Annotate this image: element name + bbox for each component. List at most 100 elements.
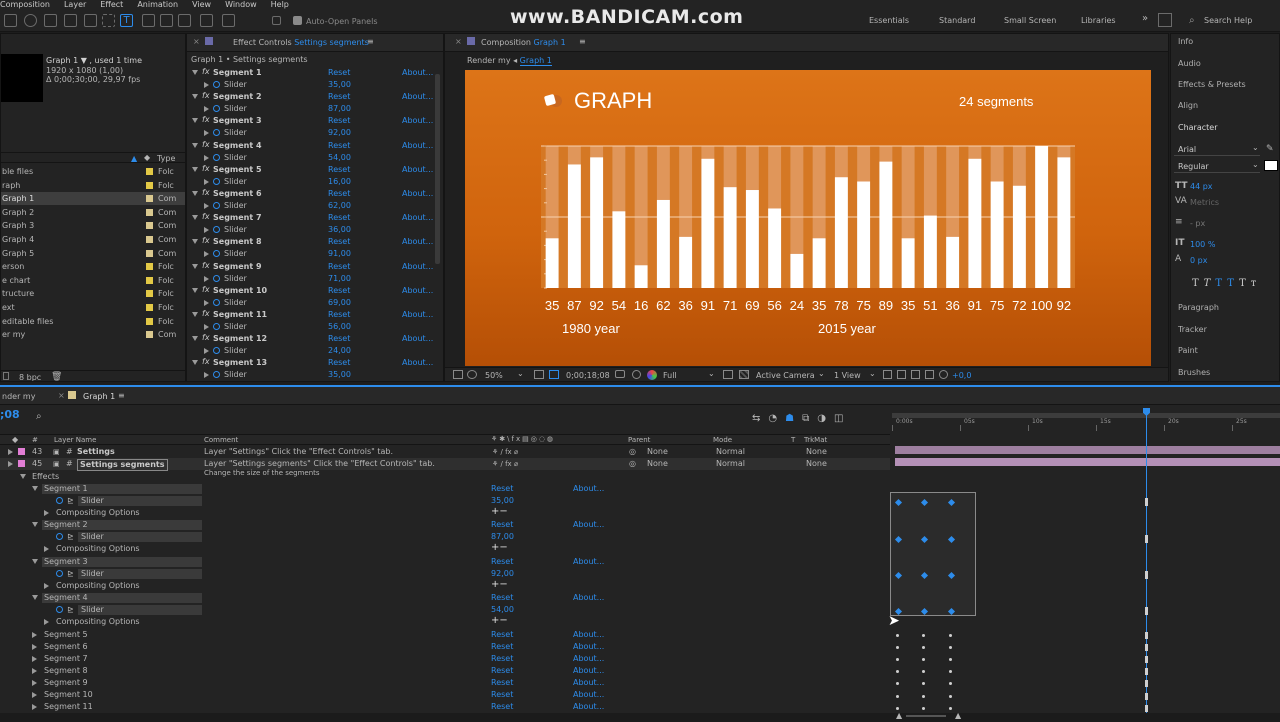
audio-panel-tab[interactable]: Audio — [1178, 59, 1201, 68]
always-preview-icon[interactable] — [453, 370, 463, 379]
effect-about-link[interactable]: About... — [402, 116, 433, 125]
timeline-tab-render-my[interactable]: nder my — [2, 392, 35, 401]
compositing-expand-icon[interactable] — [44, 582, 49, 589]
fx-icon[interactable]: fx — [202, 333, 210, 342]
collapsed-segment-row[interactable]: Segment 11 Reset About... — [0, 701, 890, 713]
timeline-tab-graph-1[interactable]: Graph 1 — [83, 392, 115, 401]
collapsed-about-link[interactable]: About... — [573, 653, 604, 665]
layer-expand-icon[interactable] — [8, 449, 13, 455]
expand-slider-icon[interactable] — [204, 227, 209, 234]
close-timeline-tab-icon[interactable]: × — [58, 391, 65, 400]
stopwatch-icon[interactable] — [213, 202, 220, 209]
slider-property-row[interactable]: Slider 91,00 — [187, 248, 437, 260]
effect-segment-row[interactable]: fx Segment 11 Reset About... — [187, 309, 437, 321]
collapsed-reset-link[interactable]: Reset — [491, 629, 513, 641]
expand-slider-icon[interactable] — [204, 299, 209, 306]
effect-scrollbar[interactable] — [435, 74, 440, 264]
fx-icon[interactable]: fx — [202, 115, 210, 124]
view-layout-select[interactable]: 1 View — [834, 371, 861, 380]
slider-property-row[interactable]: Slider 71,00 — [187, 273, 437, 285]
compositing-options-row[interactable]: Compositing Options +− — [0, 542, 890, 555]
expand-chevron-icon[interactable] — [192, 70, 198, 75]
slider-value[interactable]: 54,00 — [328, 153, 351, 162]
compositing-expand-icon[interactable] — [44, 510, 49, 516]
layer-switches[interactable]: ⚘ / fx ⌀ — [492, 458, 518, 470]
project-item[interactable]: erson Folc — [1, 260, 185, 273]
effect-about-link[interactable]: About... — [402, 165, 433, 174]
stopwatch-icon[interactable] — [213, 105, 220, 113]
keyframe-dot-icon[interactable] — [922, 670, 925, 674]
segment-about-link[interactable]: About... — [573, 556, 604, 568]
effect-about-link[interactable]: About... — [402, 358, 433, 367]
effects-group-row[interactable]: Effects — [0, 471, 890, 483]
expand-slider-icon[interactable] — [204, 203, 209, 209]
expand-slider-icon[interactable] — [204, 348, 209, 355]
mode-select[interactable]: Normal — [716, 458, 745, 470]
fx-icon[interactable]: fx — [202, 67, 210, 76]
expand-chevron-icon[interactable] — [192, 239, 198, 245]
slider-property-row[interactable]: Slider 62,00 — [187, 200, 437, 212]
expand-chevron-icon[interactable] — [192, 94, 198, 100]
project-item[interactable]: e chart Folc — [1, 274, 185, 287]
stopwatch-icon[interactable] — [213, 177, 220, 185]
effect-about-link[interactable]: About... — [402, 286, 433, 295]
pen-tool-icon[interactable] — [102, 14, 115, 27]
parent-select[interactable]: None — [647, 458, 668, 470]
effect-segment-row[interactable]: fx Segment 12 Reset About... — [187, 333, 437, 345]
rectangle-tool-icon[interactable] — [84, 14, 97, 27]
effects-presets-tab[interactable]: Effects & Presets — [1178, 80, 1246, 89]
slider-stopwatch-icon[interactable] — [56, 606, 63, 614]
slider-value[interactable]: 35,00 — [328, 80, 351, 89]
keyframe-dot-icon[interactable] — [896, 646, 899, 650]
color-channel-icon[interactable] — [647, 370, 657, 380]
panel-menu-icon[interactable]: ≡ — [367, 37, 374, 46]
effect-reset-link[interactable]: Reset — [328, 358, 350, 367]
timeline-search-icon[interactable]: ⌕ — [36, 411, 42, 422]
layer-row[interactable]: 45 ▣ # Settings segments Layer "Settings seg… — [0, 458, 890, 471]
layer-bar-settings-segments[interactable] — [895, 458, 1280, 466]
menu-effect[interactable]: Effect — [100, 0, 123, 9]
baseline-shift-value[interactable]: 0 px — [1190, 256, 1207, 265]
timeline-slider-row[interactable]: ⊵ Slider 35,00 — [0, 495, 890, 507]
add-remove-icon[interactable]: +− — [491, 579, 508, 591]
effect-about-link[interactable]: About... — [402, 213, 433, 222]
stopwatch-icon[interactable] — [213, 371, 220, 379]
effect-reset-link[interactable]: Reset — [328, 286, 350, 295]
fast-preview-icon[interactable] — [897, 370, 906, 379]
collapsed-about-link[interactable]: About... — [573, 677, 604, 689]
expand-chevron-icon[interactable] — [192, 191, 198, 196]
roi-icon[interactable] — [723, 370, 733, 379]
zoom-in-icon[interactable]: ▲ — [955, 711, 961, 720]
bpc-label[interactable]: 8 bpc — [19, 373, 41, 381]
slider-stopwatch-icon[interactable] — [56, 497, 63, 504]
slider-value[interactable]: 87,00 — [328, 104, 351, 113]
segment-collapsed-icon[interactable] — [32, 680, 37, 686]
column-parent[interactable]: Parent — [628, 436, 650, 444]
crumb-render-my[interactable]: Render my — [467, 56, 511, 65]
paragraph-panel-tab[interactable]: Paragraph — [1178, 303, 1219, 312]
eraser-tool-icon[interactable] — [178, 14, 191, 27]
collapsed-reset-link[interactable]: Reset — [491, 689, 513, 701]
segment-expand-icon[interactable] — [32, 558, 38, 564]
lock-icon[interactable] — [467, 37, 475, 45]
compositing-expand-icon[interactable] — [44, 546, 49, 553]
expand-slider-icon[interactable] — [204, 324, 209, 330]
exposure-value[interactable]: +0,0 — [952, 371, 971, 380]
column-comment[interactable]: Comment — [204, 436, 238, 444]
stopwatch-icon[interactable] — [213, 274, 220, 282]
expand-chevron-icon[interactable] — [192, 360, 198, 366]
timeline-menu-icon[interactable]: ≡ — [118, 391, 125, 400]
stopwatch-icon[interactable] — [213, 298, 220, 306]
project-item[interactable]: raph Folc — [1, 179, 185, 192]
menu-help[interactable]: Help — [271, 0, 289, 9]
timeline-segment-row[interactable]: Segment 1 Reset About... — [0, 483, 890, 495]
effect-reset-link[interactable]: Reset — [328, 237, 350, 246]
interpret-icon[interactable] — [3, 372, 9, 380]
zoom-select[interactable]: 50% — [485, 371, 503, 380]
collapsed-about-link[interactable]: About... — [573, 641, 604, 653]
keyframe-dot-icon[interactable] — [922, 706, 925, 710]
slider-stopwatch-icon[interactable] — [56, 533, 63, 541]
font-style-select[interactable]: Regular ⌄ — [1174, 160, 1260, 173]
project-item[interactable]: Graph 3 Com — [1, 219, 185, 232]
parent-select[interactable]: None — [647, 446, 668, 458]
